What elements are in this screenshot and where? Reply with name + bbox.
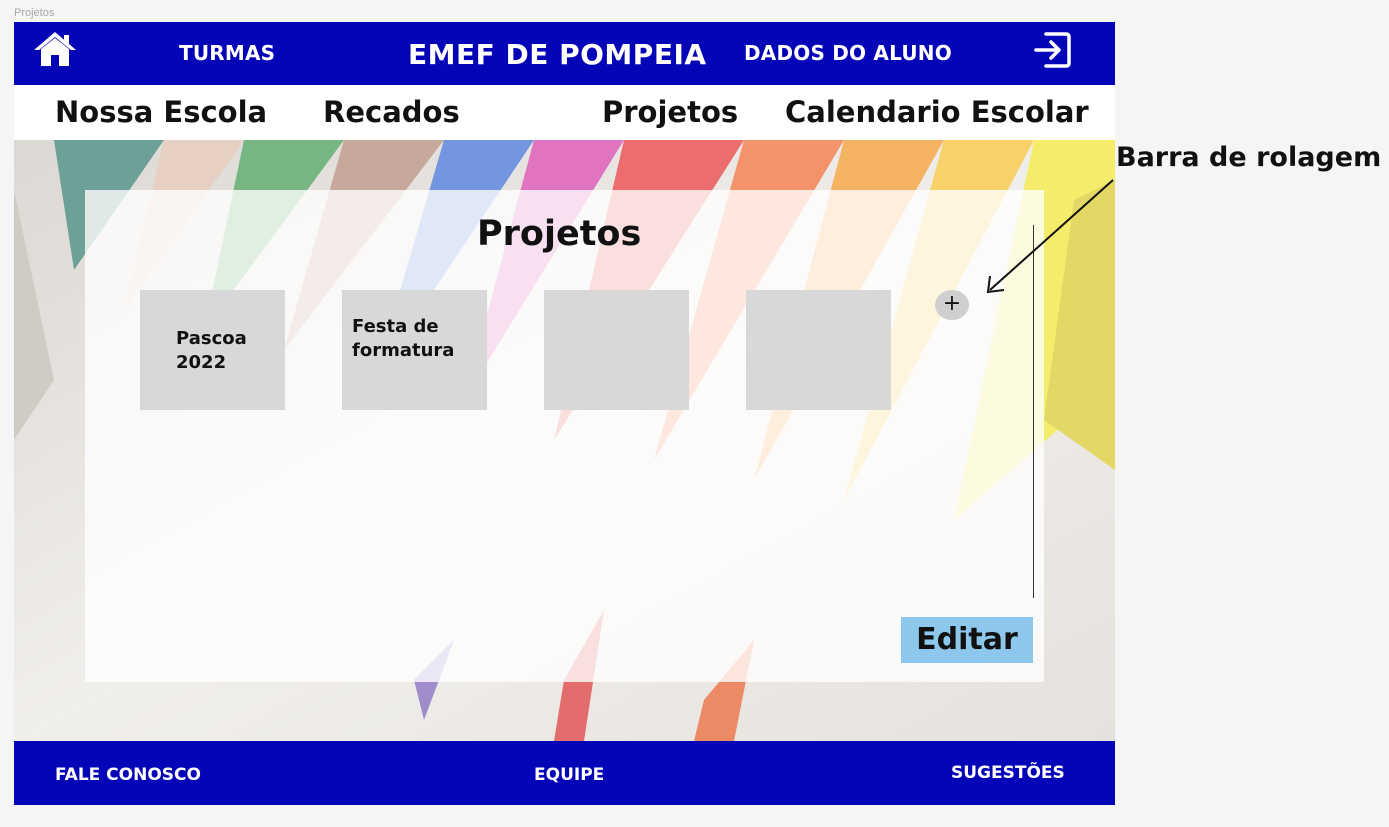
project-card-festa-formatura[interactable]: Festa de formatura xyxy=(342,290,487,410)
scrollbar-track xyxy=(1033,225,1034,598)
main-menu: Nossa Escola Recados Projetos Calendario… xyxy=(14,85,1115,140)
logout-button[interactable] xyxy=(1032,30,1072,70)
project-card-empty[interactable] xyxy=(544,290,689,410)
menu-recados[interactable]: Recados xyxy=(323,95,460,129)
frame-label: Projetos xyxy=(14,7,55,19)
page-artboard: TURMAS EMEF DE POMPEIA DADOS DO ALUNO No… xyxy=(14,22,1115,805)
project-card-title: Pascoa 2022 xyxy=(176,327,247,375)
home-icon xyxy=(34,32,76,66)
school-title: EMEF DE POMPEIA xyxy=(408,38,707,71)
project-card-pascoa[interactable]: Pascoa 2022 xyxy=(140,290,285,410)
menu-calendario-escolar[interactable]: Calendario Escolar xyxy=(785,95,1089,129)
panel-title: Projetos xyxy=(477,214,642,254)
home-button[interactable] xyxy=(32,30,78,70)
nav-dados-aluno[interactable]: DADOS DO ALUNO xyxy=(744,41,952,65)
menu-projetos[interactable]: Projetos xyxy=(602,95,738,129)
footer: FALE CONOSCO EQUIPE SUGESTÕES xyxy=(14,741,1115,805)
logout-icon xyxy=(1034,32,1071,68)
annotation-label: Barra de rolagem xyxy=(1116,142,1382,173)
card-title-line: formatura xyxy=(352,340,455,361)
card-title-line: 2022 xyxy=(176,352,227,373)
nav-turmas[interactable]: TURMAS xyxy=(179,41,275,65)
add-project-button[interactable]: + xyxy=(935,290,969,320)
projects-panel: Projetos Pascoa 2022 Festa de formatura xyxy=(85,190,1044,682)
edit-button[interactable]: Editar xyxy=(901,617,1033,663)
footer-equipe[interactable]: EQUIPE xyxy=(534,765,604,785)
card-title-line: Pascoa xyxy=(176,328,247,349)
project-card-empty[interactable] xyxy=(746,290,891,410)
footer-fale-conosco[interactable]: FALE CONOSCO xyxy=(55,765,201,785)
scrollbar[interactable] xyxy=(1032,225,1035,598)
footer-sugestoes[interactable]: SUGESTÕES xyxy=(951,763,1065,783)
top-header: TURMAS EMEF DE POMPEIA DADOS DO ALUNO xyxy=(14,22,1115,85)
menu-nossa-escola[interactable]: Nossa Escola xyxy=(55,95,267,129)
project-card-title: Festa de formatura xyxy=(352,315,454,363)
card-title-line: Festa de xyxy=(352,316,439,337)
